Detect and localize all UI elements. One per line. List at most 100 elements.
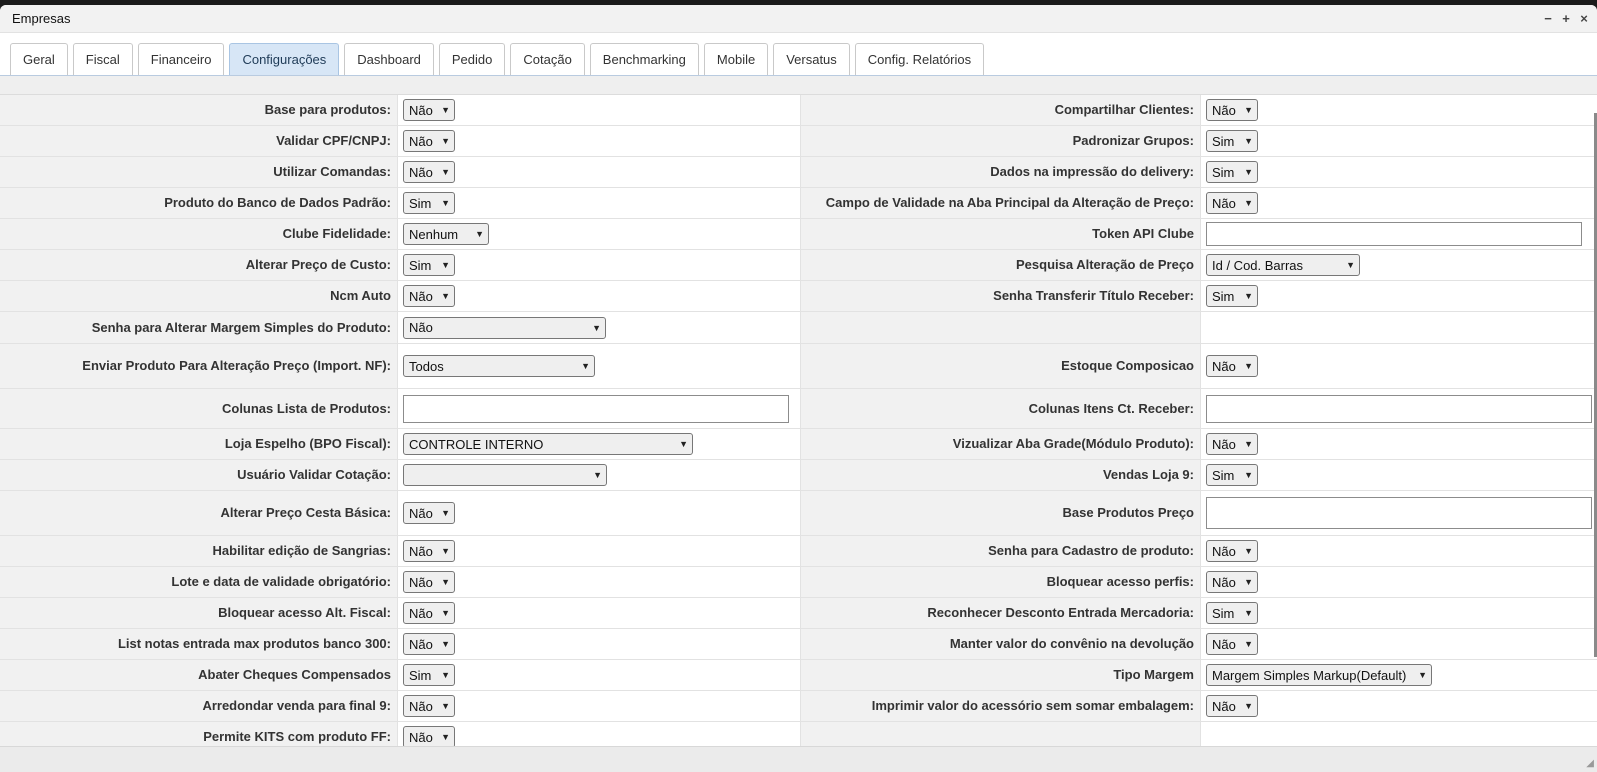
alterar-preco-cesta-select[interactable]: Não ▼ xyxy=(403,502,455,524)
setting-label: Compartilhar Clientes: xyxy=(800,95,1200,125)
setting-label: Abater Cheques Compensados xyxy=(0,660,397,690)
chevron-down-icon: ▼ xyxy=(1244,608,1253,618)
tab-versatus[interactable]: Versatus xyxy=(773,43,850,75)
tab-benchmarking[interactable]: Benchmarking xyxy=(589,43,699,75)
tab-fiscal[interactable]: Fiscal xyxy=(72,43,133,75)
estoque-composicao-select[interactable]: Não ▼ xyxy=(1206,355,1258,377)
tab-mobile[interactable]: Mobile xyxy=(703,43,769,75)
chevron-down-icon: ▼ xyxy=(441,167,450,177)
select-value: CONTROLE INTERNO xyxy=(409,436,544,452)
chevron-down-icon: ▼ xyxy=(441,608,450,618)
minimize-icon[interactable]: − xyxy=(1541,11,1555,25)
settings-row: Alterar Preço de Custo: Sim ▼ Pesquisa Al… xyxy=(0,250,1597,281)
select-value: Não xyxy=(409,320,433,335)
tab-pedido[interactable]: Pedido xyxy=(438,43,506,75)
list-notas-entrada-select[interactable]: Não ▼ xyxy=(403,633,455,655)
chevron-down-icon: ▼ xyxy=(441,546,450,556)
enviar-produto-select[interactable]: Todos ▼ xyxy=(403,355,595,377)
setting-label: Base para produtos: xyxy=(0,95,397,125)
base-produtos-select[interactable]: Não ▼ xyxy=(403,99,455,121)
bloquear-alt-fiscal-select[interactable]: Não ▼ xyxy=(403,602,455,624)
maximize-icon[interactable]: + xyxy=(1559,11,1573,25)
settings-row: Arredondar venda para final 9: Não ▼ Impr… xyxy=(0,691,1597,722)
setting-label: Bloquear acesso perfis: xyxy=(800,567,1200,597)
select-value: Não xyxy=(409,729,433,745)
setting-label: Tipo Margem xyxy=(800,660,1200,690)
ncm-auto-select[interactable]: Não ▼ xyxy=(403,285,455,307)
pesquisa-alteracao-preco-select[interactable]: Id / Cod. Barras ▼ xyxy=(1206,254,1360,276)
alterar-preco-custo-select[interactable]: Sim ▼ xyxy=(403,254,455,276)
resize-grip-icon[interactable]: ◢ xyxy=(1586,758,1594,769)
chevron-down-icon: ▼ xyxy=(593,470,602,480)
loja-espelho-select[interactable]: CONTROLE INTERNO ▼ xyxy=(403,433,693,455)
select-value: Não xyxy=(1212,102,1236,118)
setting-label: Campo de Validade na Aba Principal da Al… xyxy=(800,188,1200,218)
campo-validade-select[interactable]: Não ▼ xyxy=(1206,192,1258,214)
settings-row: Bloquear acesso Alt. Fiscal: Não ▼ Reconh… xyxy=(0,598,1597,629)
habilitar-sangrias-select[interactable]: Não ▼ xyxy=(403,540,455,562)
chevron-down-icon: ▼ xyxy=(441,577,450,587)
senha-cadastro-produto-select[interactable]: Não ▼ xyxy=(1206,540,1258,562)
colunas-itens-ct-receber-input[interactable] xyxy=(1206,394,1592,423)
settings-row: Usuário Validar Cotação: ▼ Vendas Loja 9… xyxy=(0,460,1597,491)
colunas-lista-produtos-input[interactable] xyxy=(403,394,789,423)
chevron-down-icon: ▼ xyxy=(1244,198,1253,208)
setting-label: Enviar Produto Para Alteração Preço (Imp… xyxy=(0,344,397,388)
select-value: Sim xyxy=(409,195,432,211)
utilizar-comandas-select[interactable]: Não ▼ xyxy=(403,161,455,183)
setting-label: Reconhecer Desconto Entrada Mercadoria: xyxy=(800,598,1200,628)
close-icon[interactable]: × xyxy=(1577,11,1591,25)
setting-label: Colunas Lista de Produtos: xyxy=(0,389,397,428)
bloquear-acesso-perfis-select[interactable]: Não ▼ xyxy=(1206,571,1258,593)
select-value: Não xyxy=(1212,543,1236,559)
padronizar-grupos-select[interactable]: Sim ▼ xyxy=(1206,130,1258,152)
tab-geral[interactable]: Geral xyxy=(10,43,68,75)
chevron-down-icon: ▼ xyxy=(1244,439,1253,449)
tab-dashboard[interactable]: Dashboard xyxy=(344,43,434,75)
produto-banco-padrao-select[interactable]: Sim ▼ xyxy=(403,192,455,214)
settings-row: Alterar Preço Cesta Básica: Não ▼ Base Pr… xyxy=(0,491,1597,536)
compartilhar-clientes-select[interactable]: Não ▼ xyxy=(1206,99,1258,121)
tipo-margem-select[interactable]: Margem Simples Markup(Default) ▼ xyxy=(1206,664,1432,686)
imprimir-valor-acessorio-select[interactable]: Não ▼ xyxy=(1206,695,1258,717)
abater-cheques-select[interactable]: Sim ▼ xyxy=(403,664,455,686)
clube-fidelidade-select[interactable]: Nenhum ▼ xyxy=(403,223,489,245)
token-api-clube-input[interactable] xyxy=(1206,222,1582,246)
select-value: Sim xyxy=(1212,288,1235,304)
chevron-down-icon: ▼ xyxy=(581,361,590,371)
arredondar-venda-select[interactable]: Não ▼ xyxy=(403,695,455,717)
setting-label: Dados na impressão do delivery: xyxy=(800,157,1200,187)
senha-alterar-margem-select[interactable]: Não ▼ xyxy=(403,316,606,339)
senha-transferir-select[interactable]: Sim ▼ xyxy=(1206,285,1258,307)
lote-validade-select[interactable]: Não ▼ xyxy=(403,571,455,593)
tab-financeiro[interactable]: Financeiro xyxy=(137,43,225,75)
permite-kits-select[interactable]: Não ▼ xyxy=(403,726,455,748)
dados-delivery-select[interactable]: Sim ▼ xyxy=(1206,161,1258,183)
setting-label: Vizualizar Aba Grade(Módulo Produto): xyxy=(800,429,1200,459)
setting-label: Clube Fidelidade: xyxy=(0,219,397,249)
validar-cpf-select[interactable]: Não ▼ xyxy=(403,130,455,152)
settings-grid: Base para produtos: Não ▼ Compartilhar Cl… xyxy=(0,95,1597,753)
reconhecer-desconto-select[interactable]: Sim ▼ xyxy=(1206,602,1258,624)
tab-bar: Geral Fiscal Financeiro Configurações Da… xyxy=(10,43,985,75)
usuario-validar-cotacao-select[interactable]: ▼ xyxy=(403,464,607,486)
settings-row: Produto do Banco de Dados Padrão: Sim ▼ C… xyxy=(0,188,1597,219)
select-value: Não xyxy=(1212,636,1236,652)
panel-header-bar xyxy=(0,76,1597,95)
select-value: Não xyxy=(1212,698,1236,714)
window-title: Empresas xyxy=(12,11,71,26)
tab-configuracoes[interactable]: Configurações xyxy=(229,43,340,75)
vendas-loja-9-select[interactable]: Sim ▼ xyxy=(1206,464,1258,486)
base-produtos-preco-input[interactable] xyxy=(1206,497,1592,529)
setting-label: Senha para Alterar Margem Simples do Pro… xyxy=(0,312,397,343)
vizualizar-aba-grade-select[interactable]: Não ▼ xyxy=(1206,433,1258,455)
tab-config-relatorios[interactable]: Config. Relatórios xyxy=(854,43,985,75)
settings-row: Lote e data de validade obrigatório: Não… xyxy=(0,567,1597,598)
tab-cotacao[interactable]: Cotação xyxy=(510,43,585,75)
chevron-down-icon: ▼ xyxy=(441,198,450,208)
setting-label: Produto do Banco de Dados Padrão: xyxy=(0,188,397,218)
setting-label: Arredondar venda para final 9: xyxy=(0,691,397,721)
manter-valor-convenio-select[interactable]: Não ▼ xyxy=(1206,633,1258,655)
chevron-down-icon: ▼ xyxy=(441,701,450,711)
window-footer: ◢ xyxy=(0,746,1597,772)
